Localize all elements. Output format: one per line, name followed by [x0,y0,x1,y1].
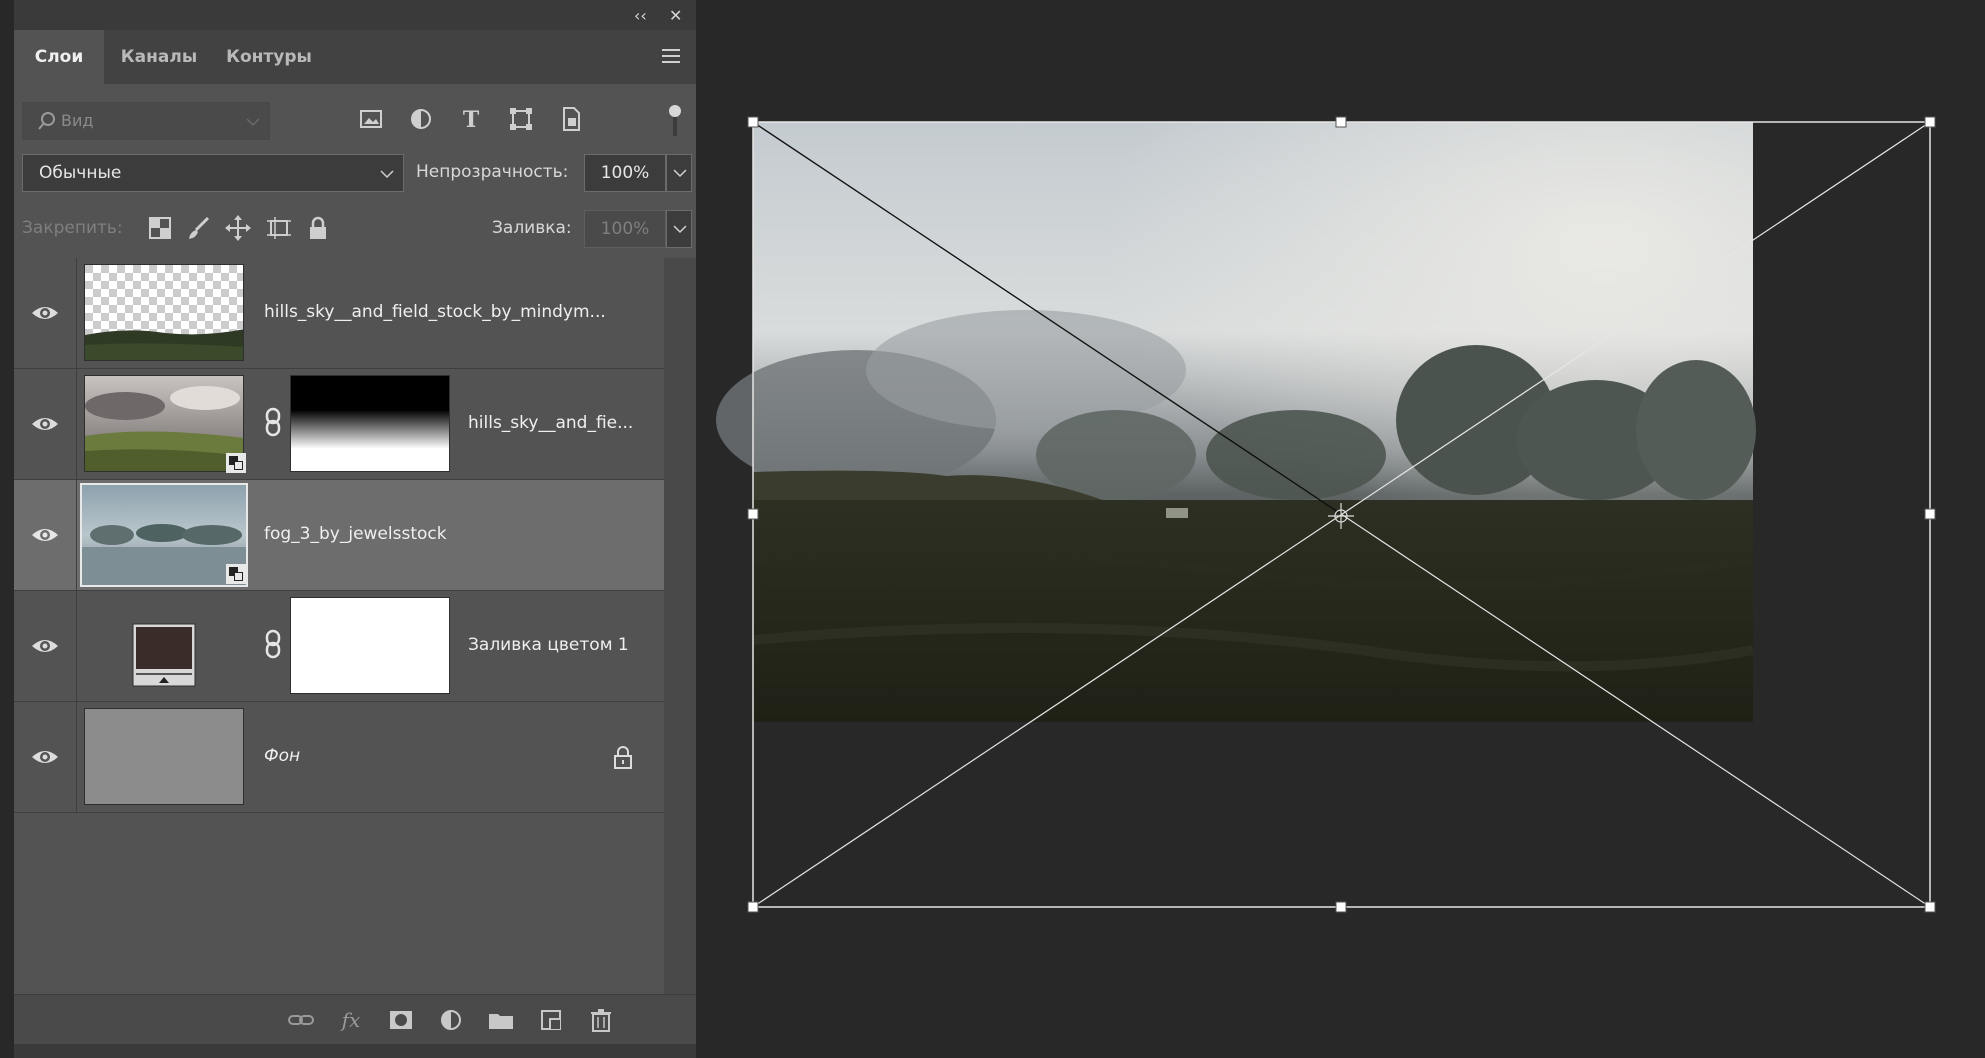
layer-row[interactable]: hills_sky__and_fie... [14,369,664,480]
layer-thumbnail-selected[interactable] [80,483,248,587]
transform-handle-top-left[interactable] [747,116,759,128]
layer-mask-thumbnail[interactable] [290,375,450,472]
mask-link-chain-icon[interactable] [264,629,282,659]
adjustment-filter-icon[interactable] [406,104,436,134]
fill-label: Заливка: [492,218,572,238]
layer-row[interactable]: hills_sky__and_field_stock_by_mindym... [14,258,664,369]
opacity-input[interactable]: 100% [584,154,666,192]
layer-row[interactable]: Заливка цветом 1 [14,591,664,702]
chevron-down-icon [380,170,394,179]
chevron-down-icon [673,169,687,178]
layer-thumbnail[interactable] [84,708,244,805]
layer-name[interactable]: Заливка цветом 1 [468,635,629,655]
layers-scrollbar[interactable] [664,258,696,994]
eye-visibility-icon[interactable] [30,409,60,439]
opacity-label: Непрозрачность: [416,162,569,182]
panel-menu-icon[interactable] [660,46,682,66]
lock-all-icon[interactable] [304,214,332,242]
svg-text:fx: fx [340,1008,361,1032]
eye-column-divider [76,591,77,702]
chevron-down-icon [246,118,260,127]
layer-thumbnail[interactable] [84,375,244,472]
smart-object-badge-icon [226,564,246,584]
opacity-slider-button[interactable] [666,154,692,192]
lock-artboard-icon[interactable] [264,214,292,242]
transform-handle-top[interactable] [1335,116,1347,128]
layer-lock-icon[interactable] [612,744,634,770]
layers-bottom-toolbar: fx [14,994,696,1045]
search-icon [38,112,55,130]
type-filter-icon[interactable]: T [456,104,486,134]
lock-transparent-icon[interactable] [146,214,174,242]
blend-mode-dropdown[interactable]: Обычные [22,154,404,192]
solid-color-fill-icon[interactable] [132,623,196,687]
layer-name[interactable]: hills_sky__and_field_stock_by_mindym... [264,302,606,322]
eye-visibility-icon[interactable] [30,742,60,772]
transform-handle-bottom-left[interactable] [747,901,759,913]
trash-icon[interactable] [586,1005,616,1035]
chevron-down-icon [673,225,687,234]
layers-list: hills_sky__and_field_stock_by_mindym... [14,258,664,818]
eye-column-divider [76,480,77,591]
transform-handle-right[interactable] [1924,508,1936,520]
document-canvas[interactable] [696,0,1985,1058]
transparent-sky-thumbnail [85,265,243,360]
eye-visibility-icon[interactable] [30,298,60,328]
tab-paths[interactable]: Контуры [214,30,324,84]
layer-name[interactable]: fog_3_by_jewelsstock [264,524,447,544]
eye-column-divider [76,369,77,480]
layer-row-selected[interactable]: fog_3_by_jewelsstock [14,480,664,591]
fog-lake-thumbnail [82,485,246,585]
fx-icon[interactable]: fx [336,1005,366,1035]
transform-handle-top-right[interactable] [1924,116,1936,128]
layer-thumbnail[interactable] [84,264,244,361]
eye-visibility-icon[interactable] [30,520,60,550]
foggy-hills-photo [716,122,1756,722]
lock-label: Закрепить: [22,218,123,238]
transform-handle-left[interactable] [747,508,759,520]
tab-layers[interactable]: Слои [14,30,104,84]
mask-link-chain-icon[interactable] [264,407,282,437]
group-folder-icon[interactable] [486,1005,516,1035]
panel-title-strip: ‹‹ ✕ [14,0,696,30]
fill-input[interactable]: 100% [584,210,666,248]
layer-name[interactable]: Фон [264,746,300,766]
canvas-artwork [716,116,1936,913]
fill-value: 100% [600,219,650,239]
lock-brush-icon[interactable] [184,214,212,242]
shape-filter-icon[interactable] [506,104,536,134]
blend-mode-value: Обычные [39,163,122,183]
panel-bottom-strip [14,1044,696,1058]
layer-row[interactable]: Фон [14,702,664,813]
search-placeholder: Вид [61,111,94,130]
transform-handle-bottom-right[interactable] [1924,901,1936,913]
svg-text:T: T [463,107,480,133]
adjustment-layer-icon[interactable] [436,1005,466,1035]
link-layers-icon[interactable] [286,1005,316,1035]
add-mask-icon[interactable] [386,1005,416,1035]
tab-channels[interactable]: Каналы [104,30,214,84]
eye-visibility-icon[interactable] [30,631,60,661]
new-layer-icon[interactable] [536,1005,566,1035]
transform-handle-bottom[interactable] [1335,901,1347,913]
layer-name[interactable]: hills_sky__and_fie... [468,413,633,433]
lock-move-icon[interactable] [224,214,252,242]
opacity-value: 100% [600,163,650,183]
cloudy-hills-thumbnail [85,376,243,471]
layers-panel: ‹‹ ✕ Слои Каналы Контуры Вид T Обычные Н… [14,0,696,1058]
layer-search-input[interactable]: Вид [22,102,270,140]
smart-object-filter-icon[interactable] [556,104,586,134]
panel-tabs: Слои Каналы Контуры [14,30,696,84]
image-filter-icon[interactable] [356,104,386,134]
close-panel-button[interactable]: ✕ [669,6,682,25]
gradient-mask-thumbnail [291,376,449,471]
collapse-panel-button[interactable]: ‹‹ [634,6,647,25]
filter-toggle-switch[interactable] [668,102,682,138]
fill-slider-button[interactable] [666,210,692,248]
layer-mask-thumbnail[interactable] [290,597,450,694]
eye-column-divider [76,258,77,369]
smart-object-badge-icon [226,453,246,473]
eye-column-divider [76,702,77,813]
